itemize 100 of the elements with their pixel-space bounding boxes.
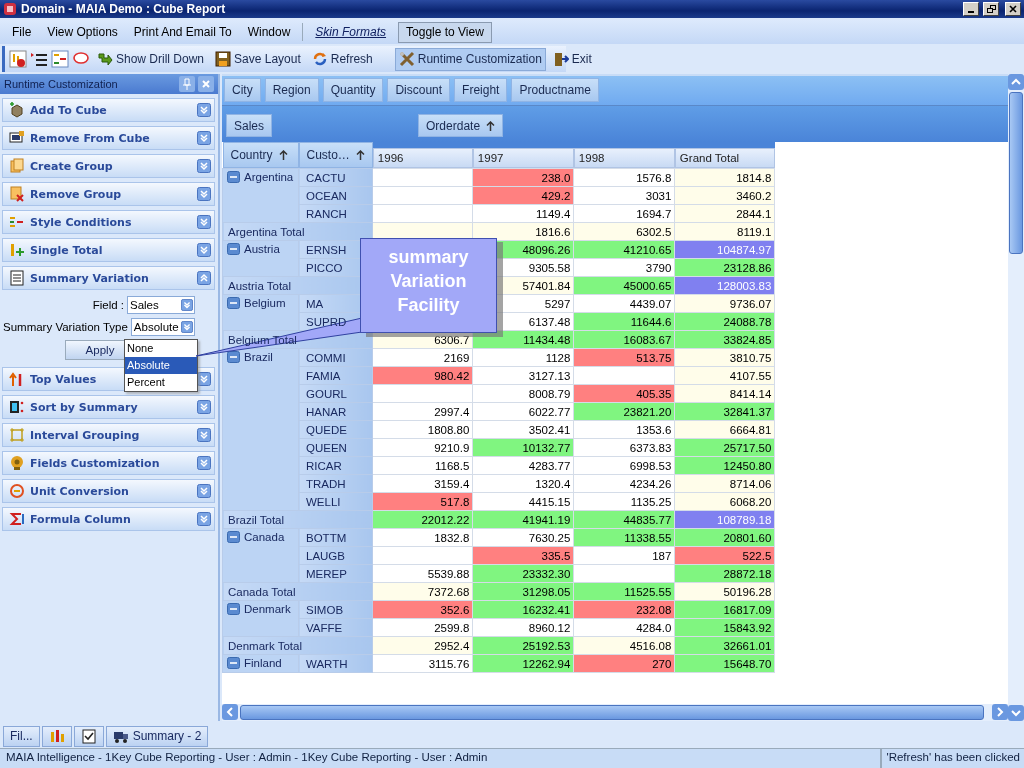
door-icon — [552, 51, 569, 67]
menu-item[interactable]: Print And Email To — [125, 25, 240, 39]
section-header[interactable]: Remove Group — [2, 182, 215, 206]
toggle-button[interactable]: Toggle to View — [398, 21, 492, 43]
toolbar-button[interactable]: Show Drill Down — [93, 47, 209, 71]
close-icon — [198, 76, 214, 92]
close-icon — [1009, 5, 1017, 13]
tab[interactable] — [41, 725, 72, 747]
column-header: Grand Total — [674, 148, 775, 168]
section-header[interactable]: Summary Variation — [2, 266, 215, 290]
column-header: 1997 — [472, 148, 574, 168]
field-button[interactable]: Orderdate — [418, 114, 504, 137]
restore-icon — [986, 5, 996, 13]
tab[interactable] — [73, 725, 104, 747]
country-name: Canada — [244, 531, 285, 543]
arrow-up-icon — [355, 150, 365, 160]
status-message: 'Refresh' has been clicked — [885, 750, 1021, 765]
field-dropdown[interactable]: Sales — [127, 296, 195, 314]
callout: summary Variation Facility — [360, 238, 497, 333]
toolbar-button[interactable]: Refresh — [307, 47, 377, 71]
chevron-down-icon — [197, 243, 211, 257]
menu-item[interactable]: Window — [239, 25, 299, 39]
chevron-down-icon — [181, 299, 193, 311]
scroll-down-icon — [1008, 705, 1024, 721]
menu-item[interactable]: View Options — [39, 25, 126, 39]
clipboard-check-icon — [80, 728, 97, 744]
chevron-down-icon — [197, 103, 211, 117]
table-cell: 238.0 — [472, 168, 574, 187]
bar-plus-icon — [9, 242, 25, 258]
tab[interactable]: Summary - 2 — [105, 725, 209, 747]
chevron-down-icon — [197, 484, 211, 498]
field-button[interactable]: Region — [264, 78, 319, 102]
horizontal-scrollbar[interactable] — [222, 704, 1008, 721]
menu-link[interactable]: Skin Formats — [307, 25, 395, 39]
close-button[interactable] — [1005, 2, 1021, 16]
section-header[interactable]: Style Conditions — [2, 210, 215, 234]
status-text: MAIA Intelligence - 1Key Cube Reporting - User : Admin - 1Key Cube Reporting - User : Admin — [0, 749, 883, 768]
collapse-icon — [227, 351, 240, 363]
scrollbar-thumb[interactable] — [240, 705, 984, 720]
refresh-icon — [311, 51, 328, 67]
colored-list-icon — [51, 50, 69, 68]
section-header[interactable]: Fields Customization — [2, 451, 215, 475]
scroll-up-icon — [1008, 74, 1024, 90]
field-button[interactable]: Freight — [454, 78, 508, 102]
field-button[interactable]: Quantity — [322, 78, 384, 102]
toolbar-button[interactable]: Exit — [548, 47, 596, 71]
scrollbar-thumb[interactable] — [1009, 92, 1023, 254]
field-label: Summary Variation Type — [3, 321, 128, 333]
field-button[interactable]: Country — [222, 142, 299, 168]
panel-title: Runtime Customization — [4, 78, 119, 90]
field-button[interactable]: Productname — [511, 78, 599, 102]
info-chart-icon — [9, 50, 27, 68]
arrow-icon — [97, 51, 113, 67]
column-header: 1998 — [573, 148, 675, 168]
type-dropdown[interactable]: Absolute — [130, 318, 195, 336]
arrow-up-icon — [278, 150, 288, 160]
app-icon — [3, 2, 17, 16]
bulb-icon — [9, 455, 25, 471]
dashes-icon — [9, 214, 25, 230]
dropdown-option[interactable]: Absolute — [125, 357, 197, 374]
chevron-down-icon — [181, 321, 193, 333]
chevron-up-icon — [197, 271, 211, 285]
section-header[interactable]: Sort by Summary — [2, 395, 215, 419]
country-name: Denmark — [244, 603, 291, 615]
sigma-icon — [9, 511, 25, 527]
pin-icon — [179, 76, 195, 92]
country-name: Austria — [244, 243, 280, 255]
chevron-down-icon — [197, 215, 211, 229]
field-button[interactable]: City — [224, 78, 261, 102]
tab[interactable]: Fil... — [3, 725, 40, 747]
table-cell: 1814.8 — [674, 168, 775, 187]
row-header-cell: CACTU — [298, 168, 373, 187]
menu-item[interactable]: File — [4, 25, 40, 39]
maximize-button[interactable] — [983, 2, 999, 16]
chevron-down-icon — [197, 400, 211, 414]
window-title: Domain - MAIA Demo : Cube Report — [21, 2, 227, 16]
section-header[interactable]: Interval Grouping — [2, 423, 215, 447]
field-button[interactable]: Sales — [226, 114, 273, 137]
collapse-icon — [227, 297, 240, 309]
toolbar-button[interactable]: Save Layout — [211, 47, 305, 71]
tools-icon — [398, 51, 415, 67]
document-icon — [9, 270, 25, 286]
country-name: Finland — [244, 657, 282, 669]
section-header[interactable]: Single Total — [2, 238, 215, 262]
field-button[interactable]: Discount — [387, 78, 451, 102]
field-button[interactable]: Custo… — [298, 142, 373, 168]
speech-bubble-icon — [72, 51, 90, 67]
section-header[interactable]: Add To Cube — [2, 98, 215, 122]
chevron-down-icon — [197, 159, 211, 173]
section-header[interactable]: Create Group — [2, 154, 215, 178]
section-header[interactable]: Unit Conversion — [2, 479, 215, 503]
toolbar-button[interactable]: Runtime Customization — [394, 47, 546, 71]
vertical-scrollbar[interactable] — [1008, 74, 1024, 721]
section-header[interactable]: Remove From Cube — [2, 126, 215, 150]
collapse-icon — [227, 657, 240, 669]
collapse-icon — [227, 603, 240, 615]
dropdown-option[interactable]: Percent — [125, 374, 197, 391]
minimize-button[interactable] — [963, 2, 979, 16]
section-header[interactable]: Formula Column — [2, 507, 215, 531]
phone-icon — [9, 399, 25, 415]
